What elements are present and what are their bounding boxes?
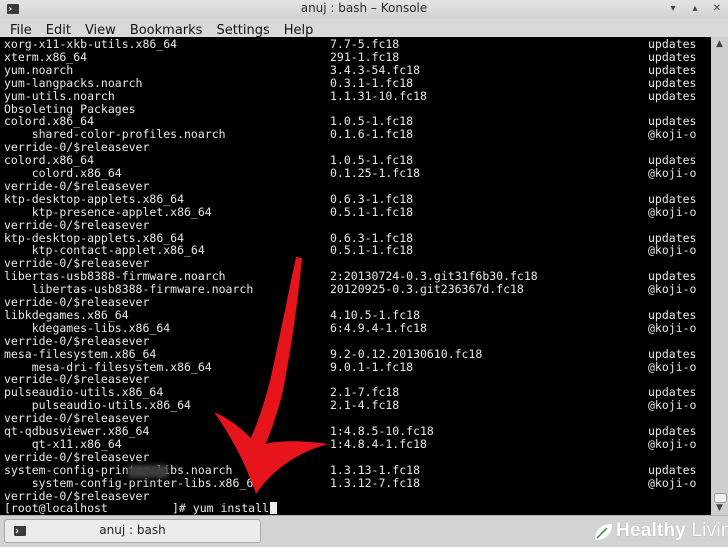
package-repo: @koji-o [648, 359, 697, 374]
terminal-output[interactable]: xorg-x11-xkb-utils.x86_64 7.7-5.fc18 updat… [0, 37, 711, 515]
package-name: xterm.x86_64 [4, 49, 88, 64]
tab-label: anuj : bash [99, 523, 166, 537]
tab-anuj-bash[interactable]: anuj : bash [4, 519, 261, 543]
leaf-logo-icon [595, 524, 612, 540]
package-repo: updates [648, 191, 697, 206]
package-version: 3.4.3-54.fc18 [330, 62, 421, 77]
terminal-line: verride-0/$releasever [4, 489, 704, 503]
package-name: ktp-desktop-applets.x86_64 [4, 191, 185, 206]
package-repo: updates [648, 462, 697, 477]
package-repo: updates [648, 346, 697, 361]
package-repo: updates [648, 75, 697, 90]
package-repo: @koji-o [648, 127, 697, 142]
package-version: 1:4.8.4-1.fc18 [330, 436, 427, 451]
package-version: 0.6.3-1.fc18 [330, 191, 414, 206]
package-name: libkdegames.x86_64 [4, 307, 129, 322]
package-repo: @koji-o [648, 320, 697, 335]
prompt-prefix: [root@localhost [4, 501, 108, 515]
package-repo: @koji-o [648, 166, 697, 180]
terminal-line: verride-0/$releasever [4, 449, 704, 464]
package-name: verride-0/$releasever [4, 333, 150, 348]
package-version: 0.1.6-1.fc18 [330, 127, 414, 142]
text-cursor [269, 502, 277, 515]
terminal-line: yum-langpacks.noarch 0.3.1-1.fc18 updates [4, 75, 704, 90]
package-repo: updates [648, 88, 697, 103]
package-name: verride-0/$releasever [4, 217, 150, 232]
package-version: 0.5.1-1.fc18 [330, 243, 414, 258]
package-name: system-config-printer-libs.noarch [4, 462, 233, 477]
terminal-line: kdegames-libs.x86_64 6:4.9.4-1.fc18 @koji-… [4, 320, 704, 335]
package-repo: @koji-o [648, 475, 697, 490]
package-repo: @koji-o [648, 243, 697, 258]
package-name: ktp-presence-applet.x86_64 [4, 204, 212, 219]
scroll-down-icon[interactable]: ▼ [711, 501, 728, 515]
package-version: 1.1.31-10.fc18 [330, 88, 427, 103]
package-version: 20120925-0.3.git236367d.fc18 [330, 282, 524, 297]
package-version: 0.1.25-1.fc18 [330, 166, 421, 180]
package-repo: @koji-o [648, 282, 697, 297]
package-version: 0.3.1-1.fc18 [330, 75, 414, 90]
package-version: 2.1-4.fc18 [330, 398, 400, 413]
package-name: kdegames-libs.x86_64 [4, 320, 171, 335]
package-version: 1.3.12-7.fc18 [330, 475, 421, 490]
package-version: 4.10.5-1.fc18 [330, 307, 421, 322]
terminal-line: xterm.x86_64 291-1.fc18 updates [4, 49, 704, 64]
terminal-scrollbar[interactable]: ▲ ▼ [711, 37, 728, 515]
terminal-prompt-line[interactable]: [root@localhost ]# yum install [4, 502, 704, 515]
terminal-line: mesa-filesystem.x86_64 9.2-0.12.20130610.… [4, 346, 704, 361]
package-version: 291-1.fc18 [330, 49, 400, 64]
package-version: 1.3.13-1.fc18 [330, 462, 421, 477]
terminal-line: qt-x11.x86_64 1:4.8.4-1.fc18 @koji-o [4, 436, 704, 451]
package-version: 6:4.9.4-1.fc18 [330, 320, 427, 335]
redacted-hostname [128, 465, 168, 478]
terminal-line: system-config-printer-libs.noarch 1.3.13-… [4, 462, 704, 477]
package-name: qt-x11.x86_64 [4, 436, 122, 451]
package-repo: updates [648, 62, 697, 77]
window-titlebar[interactable]: anuj : bash – Konsole ▾ ▴ ✕ [0, 0, 728, 20]
package-name: mesa-filesystem.x86_64 [4, 346, 157, 361]
scroll-up-icon[interactable]: ▲ [711, 37, 728, 51]
terminal-line: yum-utils.noarch 1.1.31-10.fc18 updates [4, 88, 704, 103]
package-repo: @koji-o [648, 436, 697, 451]
terminal-line: ktp-desktop-applets.x86_64 0.6.3-1.fc18 up… [4, 191, 704, 206]
package-repo: updates [648, 307, 697, 322]
package-name: yum-langpacks.noarch [4, 75, 143, 90]
terminal-line: verride-0/$releasever [4, 333, 704, 348]
terminal-line: system-config-printer-libs.x86_64 1.3.12-… [4, 475, 704, 490]
terminal-line: verride-0/$releasever [4, 178, 704, 193]
package-name: verride-0/$releasever [4, 178, 150, 193]
terminal-line: ktp-presence-applet.x86_64 0.5.1-1.fc18 @k… [4, 204, 704, 219]
package-repo: updates [648, 49, 697, 64]
window-title: anuj : bash – Konsole [300, 1, 428, 15]
maximize-icon[interactable]: ▴ [688, 2, 702, 16]
package-name: yum-utils.noarch [4, 88, 115, 103]
package-name: system-config-printer-libs.x86_64 [4, 475, 261, 490]
package-name: verride-0/$releasever [4, 449, 150, 464]
package-version: 0.5.1-1.fc18 [330, 204, 414, 219]
prompt-command: ]# yum install [172, 501, 269, 515]
package-name: yum.noarch [4, 62, 74, 77]
terminal-line: libkdegames.x86_64 4.10.5-1.fc18 updates [4, 307, 704, 322]
terminal-line: yum.noarch 3.4.3-54.fc18 updates [4, 62, 704, 77]
menu-bar: File Edit View Bookmarks Settings Help [0, 19, 728, 38]
package-version: 9.2-0.12.20130610.fc18 [330, 346, 483, 361]
close-icon[interactable]: ✕ [710, 2, 724, 16]
terminal-line: verride-0/$releasever [4, 217, 704, 232]
package-repo: @koji-o [648, 204, 697, 219]
minimize-icon[interactable]: ▾ [666, 2, 680, 16]
package-repo: @koji-o [648, 398, 697, 413]
logo-brand-light: Living [691, 520, 728, 541]
package-version: 9.0.1-1.fc18 [330, 359, 414, 374]
logo-brand-bold: Healthy [616, 520, 687, 541]
